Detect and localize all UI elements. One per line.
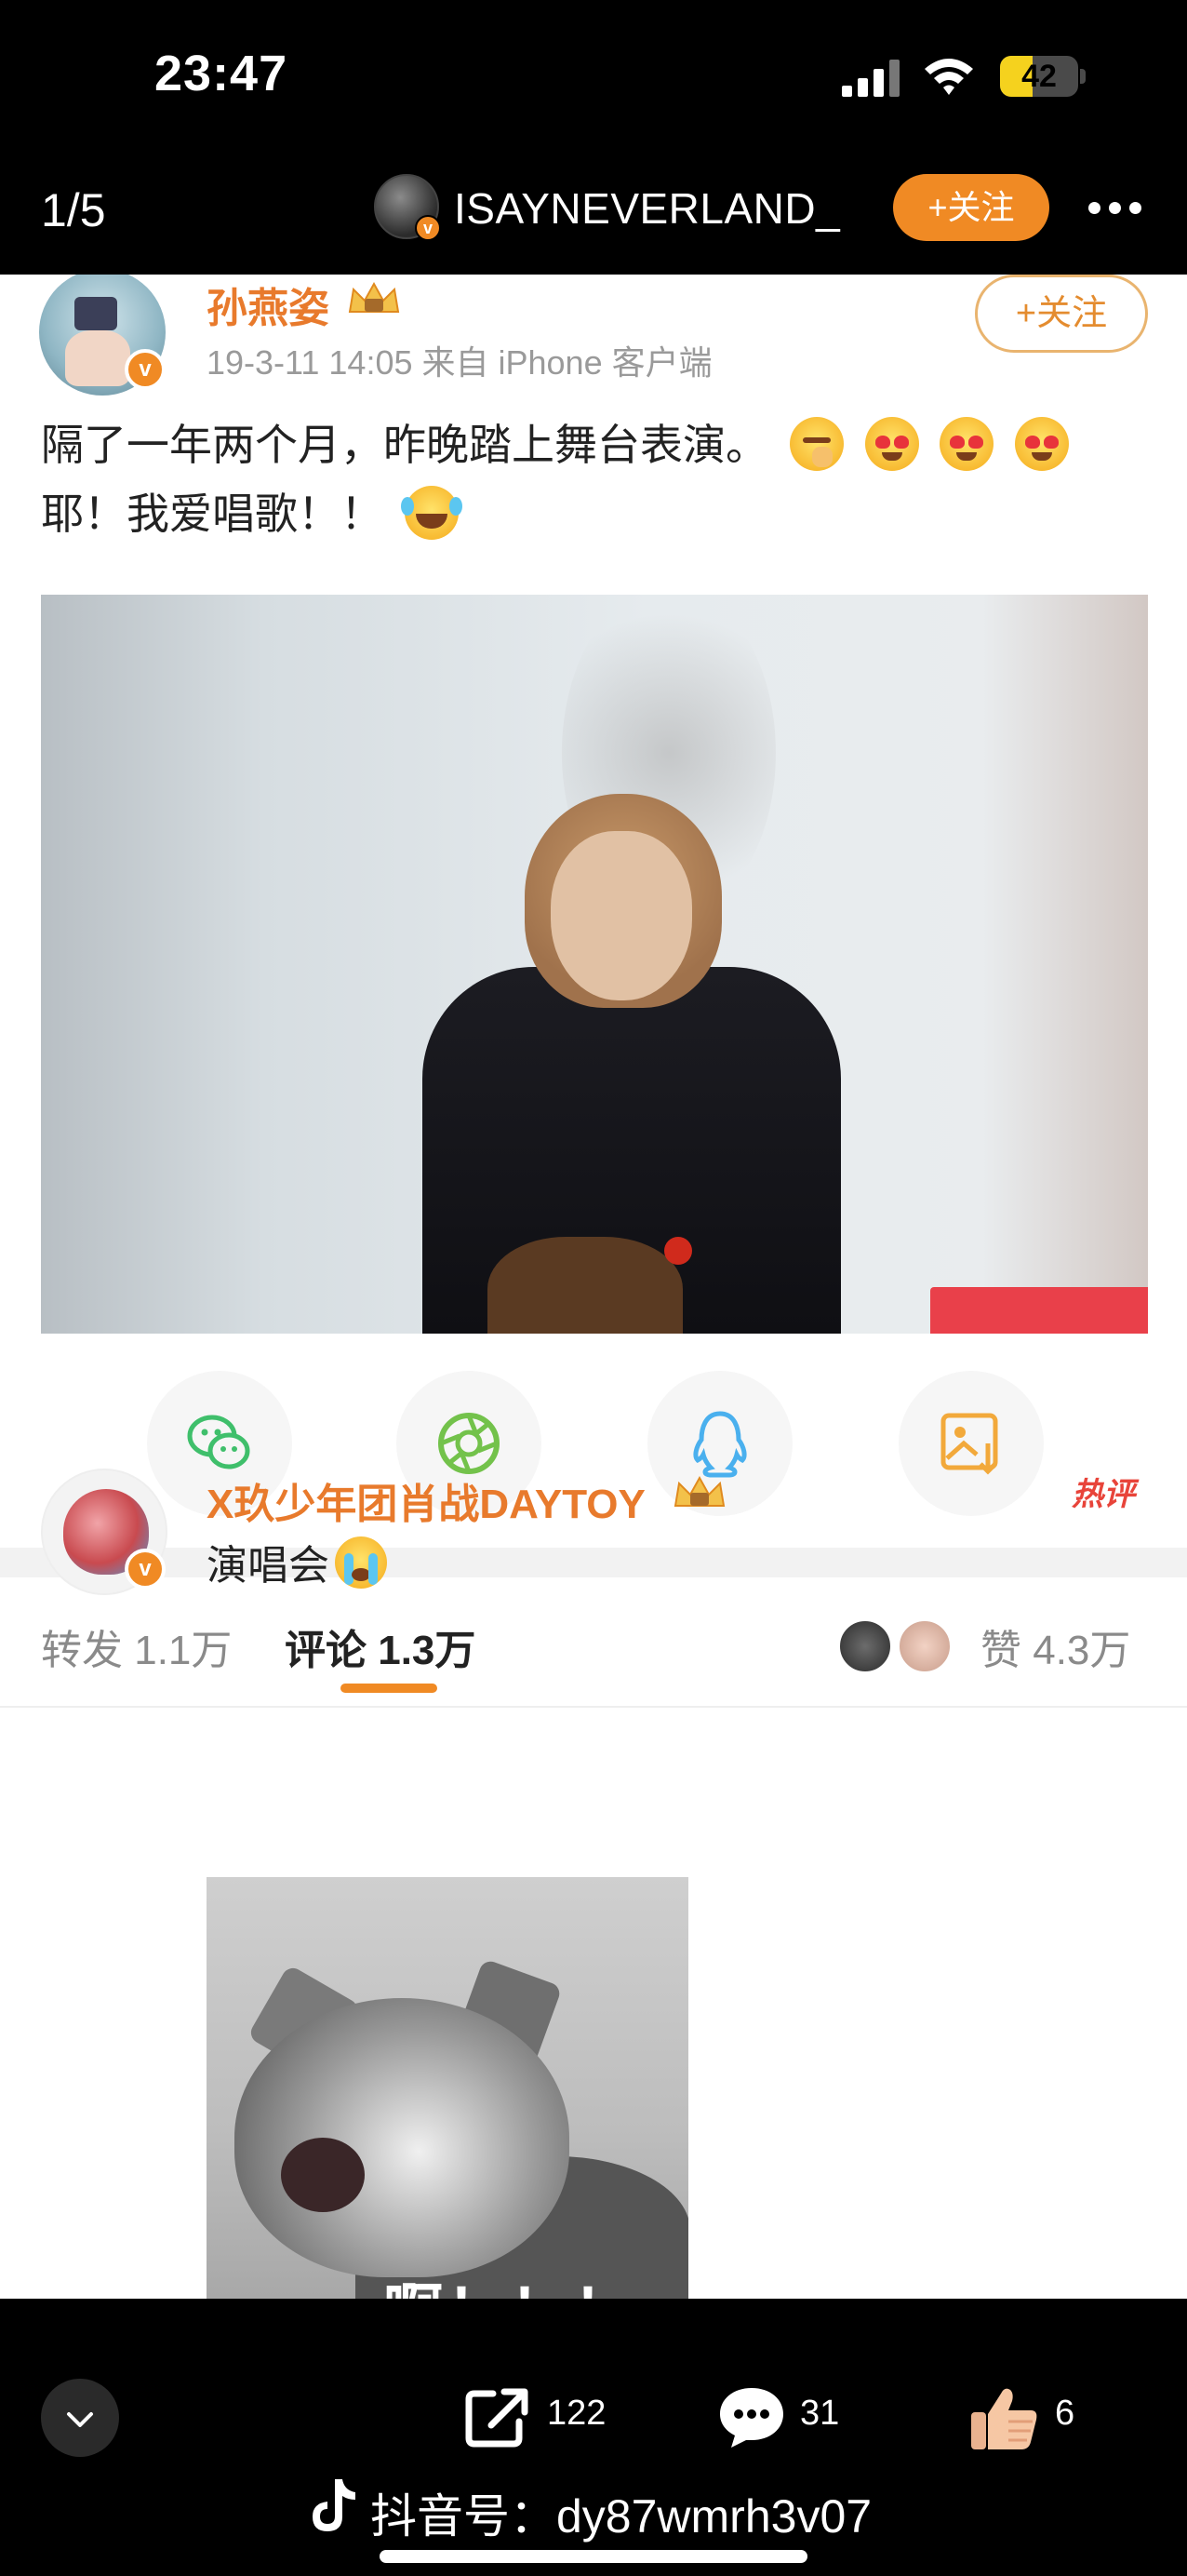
comment-text: 演唱会 bbox=[207, 1532, 387, 1591]
home-indicator[interactable] bbox=[380, 2550, 807, 2563]
hot-comment-badge: 热评 bbox=[1072, 1477, 1135, 1512]
verified-badge-icon: v bbox=[415, 215, 441, 241]
comment-count: 31 bbox=[800, 2394, 840, 2433]
post-text-line2: 耶！我爱唱歌！！ bbox=[41, 490, 383, 538]
crown-icon bbox=[674, 1475, 726, 1507]
laugh-cry-emoji bbox=[400, 486, 462, 540]
tiktok-logo-icon bbox=[313, 2479, 355, 2531]
bottom-action-bar: 122 31 6 抖音号：dy87wmrh3v07 bbox=[0, 2299, 1187, 2576]
tab-comments[interactable]: 评论 1.3万 bbox=[285, 1617, 475, 1676]
thumbs-up-icon[interactable] bbox=[967, 2381, 1042, 2455]
crown-icon bbox=[348, 281, 400, 313]
verified-badge-icon: v bbox=[125, 349, 166, 390]
battery-percent: 42 bbox=[1021, 59, 1057, 94]
wifi-icon bbox=[925, 59, 973, 95]
meme-caption: 啊！！！ bbox=[383, 2264, 636, 2299]
qq-icon bbox=[693, 1411, 747, 1478]
more-options-icon[interactable] bbox=[1088, 202, 1152, 219]
comment-meme-image[interactable]: 啊！！！ bbox=[207, 1877, 688, 2299]
comment-icon[interactable] bbox=[716, 2384, 787, 2451]
battery-icon: 42 bbox=[1000, 56, 1086, 97]
douyin-id-watermark: 抖音号：dy87wmrh3v07 bbox=[370, 2490, 873, 2542]
like-count: 6 bbox=[1055, 2394, 1075, 2433]
post-text-line1: 隔了一年两个月，昨晚踏上舞台表演。 bbox=[41, 421, 768, 469]
wechat-icon bbox=[187, 1415, 250, 1469]
section-divider bbox=[0, 1548, 1187, 1577]
commenter-name[interactable]: X玖少年团肖战DAYTOY bbox=[207, 1470, 646, 1530]
post-text: 隔了一年两个月，昨晚踏上舞台表演。 耶！我爱唱歌！！ bbox=[41, 410, 1148, 548]
crying-emoji bbox=[335, 1536, 387, 1589]
status-time: 23:47 bbox=[154, 46, 288, 101]
save-image-icon bbox=[940, 1413, 998, 1475]
active-tab-indicator bbox=[340, 1684, 437, 1693]
liker-avatar[interactable] bbox=[837, 1618, 893, 1674]
tab-reposts[interactable]: 转发 1.1万 bbox=[41, 1617, 232, 1676]
poster-name[interactable]: 孙燕姿 bbox=[207, 275, 329, 334]
engagement-tabs: 转发 1.1万 评论 1.3万 赞 4.3万 bbox=[0, 1577, 1187, 1708]
liker-avatar[interactable] bbox=[897, 1618, 953, 1674]
heart-eyes-emoji bbox=[1015, 417, 1070, 471]
moments-icon bbox=[438, 1413, 500, 1474]
share-icon[interactable] bbox=[465, 2384, 532, 2448]
heart-eyes-emoji bbox=[940, 417, 994, 471]
cellular-signal-icon bbox=[842, 60, 900, 97]
author-avatar[interactable]: v bbox=[374, 174, 441, 241]
heart-eyes-emoji bbox=[864, 417, 919, 471]
shh-emoji bbox=[789, 417, 844, 471]
comment-text-body: 演唱会 bbox=[207, 1543, 329, 1589]
collapse-button[interactable] bbox=[41, 2379, 119, 2457]
tab-likes[interactable]: 赞 4.3万 bbox=[980, 1617, 1130, 1676]
save-image-button[interactable] bbox=[899, 1371, 1044, 1516]
follow-button[interactable]: +关注 bbox=[893, 174, 1049, 241]
post-photo[interactable] bbox=[41, 595, 1148, 1334]
top-bar: 1/5 v ISAYNEVERLAND_ +关注 bbox=[0, 154, 1187, 275]
post-meta: 19-3-11 14:05 来自 iPhone 客户端 bbox=[207, 343, 713, 382]
verified-badge-icon: v bbox=[125, 1549, 166, 1590]
status-bar: 23:47 42 bbox=[0, 0, 1187, 154]
chevron-down-icon bbox=[67, 2412, 93, 2427]
share-count: 122 bbox=[547, 2394, 607, 2433]
follow-poster-button[interactable]: +关注 bbox=[975, 275, 1148, 353]
author-name[interactable]: ISAYNEVERLAND_ bbox=[454, 183, 840, 234]
page-counter: 1/5 bbox=[41, 184, 106, 236]
